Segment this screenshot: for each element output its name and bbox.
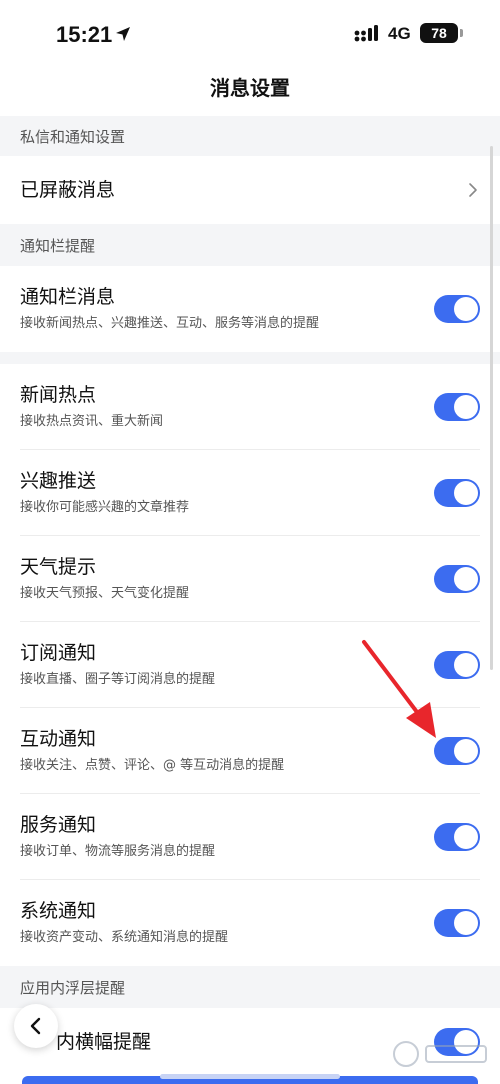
toggle-knob <box>454 653 478 677</box>
status-bar: 15:21 4G 78 <box>0 0 500 66</box>
signal-icon <box>354 25 378 42</box>
system-notice-toggle[interactable] <box>434 909 480 937</box>
battery-cap <box>460 29 463 37</box>
blocked-messages-row[interactable]: 已屏蔽消息 <box>0 156 500 224</box>
section-header-notification-bar: 通知栏提醒 <box>0 224 500 266</box>
toggle-knob <box>454 825 478 849</box>
watermark-logo <box>384 1034 494 1074</box>
weather-tip-row: 天气提示 接收天气预报、天气变化提醒 <box>0 536 500 622</box>
section-header-inapp: 应用内浮层提醒 <box>0 966 500 1008</box>
network-type: 4G <box>388 24 411 43</box>
location-arrow-icon <box>116 27 130 41</box>
status-time: 15:21 <box>56 22 113 47</box>
toggle-knob <box>454 297 478 321</box>
chevron-right-icon <box>469 183 477 197</box>
scrollbar[interactable] <box>490 146 493 670</box>
interest-push-toggle[interactable] <box>434 479 480 507</box>
toggle-knob <box>454 567 478 591</box>
notification-bar-row: 通知栏消息 接收新闻热点、兴趣推送、互动、服务等消息的提醒 <box>0 266 500 352</box>
interest-push-row: 兴趣推送 接收你可能感兴趣的文章推荐 <box>0 450 500 536</box>
news-hot-toggle[interactable] <box>434 393 480 421</box>
row-description: 接收热点资讯、重大新闻 <box>20 414 164 429</box>
weather-tip-toggle[interactable] <box>434 565 480 593</box>
row-description: 接收你可能感兴趣的文章推荐 <box>20 500 190 515</box>
row-title: 系统通知 <box>20 900 97 922</box>
red-arrow-icon <box>362 640 436 738</box>
row-description: 接收新闻热点、兴趣推送、互动、服务等消息的提醒 <box>20 316 320 331</box>
row-title: 已屏蔽消息 <box>20 179 116 201</box>
service-notice-toggle[interactable] <box>434 823 480 851</box>
row-title: 天气提示 <box>20 556 97 578</box>
news-hot-row: 新闻热点 接收热点资讯、重大新闻 <box>0 364 500 450</box>
row-description: 接收资产变动、系统通知消息的提醒 <box>20 930 229 945</box>
notification-bar-toggle[interactable] <box>434 295 480 323</box>
toggle-knob <box>454 911 478 935</box>
page-title: 消息设置 <box>210 76 290 100</box>
row-title: 通知栏消息 <box>20 286 116 308</box>
service-notice-row: 服务通知 接收订单、物流等服务消息的提醒 <box>0 794 500 880</box>
toggle-knob <box>454 395 478 419</box>
system-notice-row: 系统通知 接收资产变动、系统通知消息的提醒 <box>0 880 500 966</box>
section-header-private: 私信和通知设置 <box>0 116 500 156</box>
chevron-left-icon <box>30 1017 41 1035</box>
toggle-knob <box>454 739 478 763</box>
row-description: 接收订单、物流等服务消息的提醒 <box>20 844 216 859</box>
row-title: 服务通知 <box>20 814 97 836</box>
toggle-knob <box>454 481 478 505</box>
row-description: 接收关注、点赞、评论、@ 等互动消息的提醒 <box>20 758 285 773</box>
battery-level: 78 <box>431 25 447 41</box>
row-title: 新闻热点 <box>20 384 97 406</box>
row-description: 接收天气预报、天气变化提醒 <box>20 586 190 601</box>
home-indicator <box>160 1074 340 1079</box>
battery-icon: 78 <box>420 23 458 43</box>
back-button[interactable] <box>14 1004 58 1048</box>
section-gap <box>0 352 500 364</box>
row-title: 兴趣推送 <box>20 470 97 492</box>
settings-list: 私信和通知设置 已屏蔽消息 通知栏提醒 通知栏消息 接收新闻热点、兴趣推送、互动… <box>0 116 500 1076</box>
